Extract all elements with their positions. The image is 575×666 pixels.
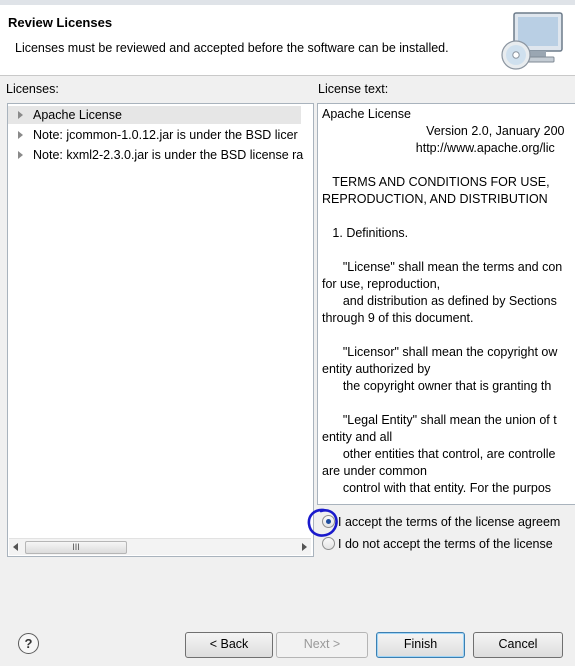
license-text-line: [322, 395, 575, 412]
scroll-left-icon[interactable]: [13, 543, 18, 551]
license-text-line: control with that entity. For the purpos: [322, 481, 552, 495]
tree-item-apache-license[interactable]: Apache License: [8, 106, 301, 124]
computer-cd-icon: [501, 12, 563, 70]
license-text-content: Apache License Version 2.0, January 200 …: [322, 106, 575, 497]
license-text-line: [322, 242, 575, 259]
horizontal-scrollbar[interactable]: III: [9, 538, 311, 555]
license-text-label: License text:: [318, 82, 389, 96]
expand-arrow-icon[interactable]: [18, 111, 23, 119]
license-text-line: [322, 327, 575, 344]
license-text-line: other entities that control, are control…: [322, 447, 556, 461]
page-description: Licenses must be reviewed and accepted b…: [15, 41, 449, 55]
license-text-line: and distribution as defined by Sections: [322, 294, 557, 308]
license-text-line: the copyright owner that is granting th: [322, 379, 552, 393]
page-title: Review Licenses: [8, 15, 113, 30]
license-text-area[interactable]: Apache License Version 2.0, January 200 …: [317, 103, 575, 505]
cancel-button[interactable]: Cancel: [473, 632, 563, 658]
annotation-circle: [307, 508, 338, 537]
license-text-line: REPRODUCTION, AND DISTRIBUTION: [322, 192, 548, 206]
scroll-right-icon[interactable]: [302, 543, 307, 551]
license-text-line: Apache License: [322, 107, 411, 121]
back-button[interactable]: < Back: [185, 632, 273, 658]
help-icon[interactable]: ?: [18, 633, 39, 654]
license-text-line: 1. Definitions.: [322, 226, 409, 240]
dialog-header: Review Licenses Licenses must be reviewe…: [0, 5, 575, 76]
license-text-line: http://www.apache.org/lic: [322, 141, 555, 155]
license-text-line: through 9 of this document.: [322, 311, 474, 325]
license-text-line: for use, reproduction,: [322, 277, 441, 291]
license-text-line: entity authorized by: [322, 362, 431, 376]
license-text-line: entity and all: [322, 430, 393, 444]
license-text-line: Version 2.0, January 200: [322, 124, 565, 138]
accept-label: I accept the terms of the license agreem: [338, 515, 561, 529]
license-text-line: are under common: [322, 464, 427, 478]
expand-arrow-icon[interactable]: [18, 151, 23, 159]
expand-arrow-icon[interactable]: [18, 131, 23, 139]
license-text-line: TERMS AND CONDITIONS FOR USE,: [322, 175, 550, 189]
license-text-line: [322, 208, 575, 225]
licenses-tree[interactable]: Apache License Note: jcommon-1.0.12.jar …: [7, 103, 314, 557]
scroll-thumb[interactable]: III: [25, 541, 127, 554]
next-button[interactable]: Next >: [276, 632, 368, 658]
license-text-line: [322, 157, 575, 174]
licenses-label: Licenses:: [6, 82, 59, 96]
footer-separator: [0, 620, 575, 621]
decline-label: I do not accept the terms of the license: [338, 537, 553, 551]
finish-button[interactable]: Finish: [376, 632, 465, 658]
license-text-line: "Legal Entity" shall mean the union of t: [322, 413, 557, 427]
license-text-line: "Licensor" shall mean the copyright ow: [322, 345, 558, 359]
license-text-line: "License" shall mean the terms and con: [322, 260, 563, 274]
